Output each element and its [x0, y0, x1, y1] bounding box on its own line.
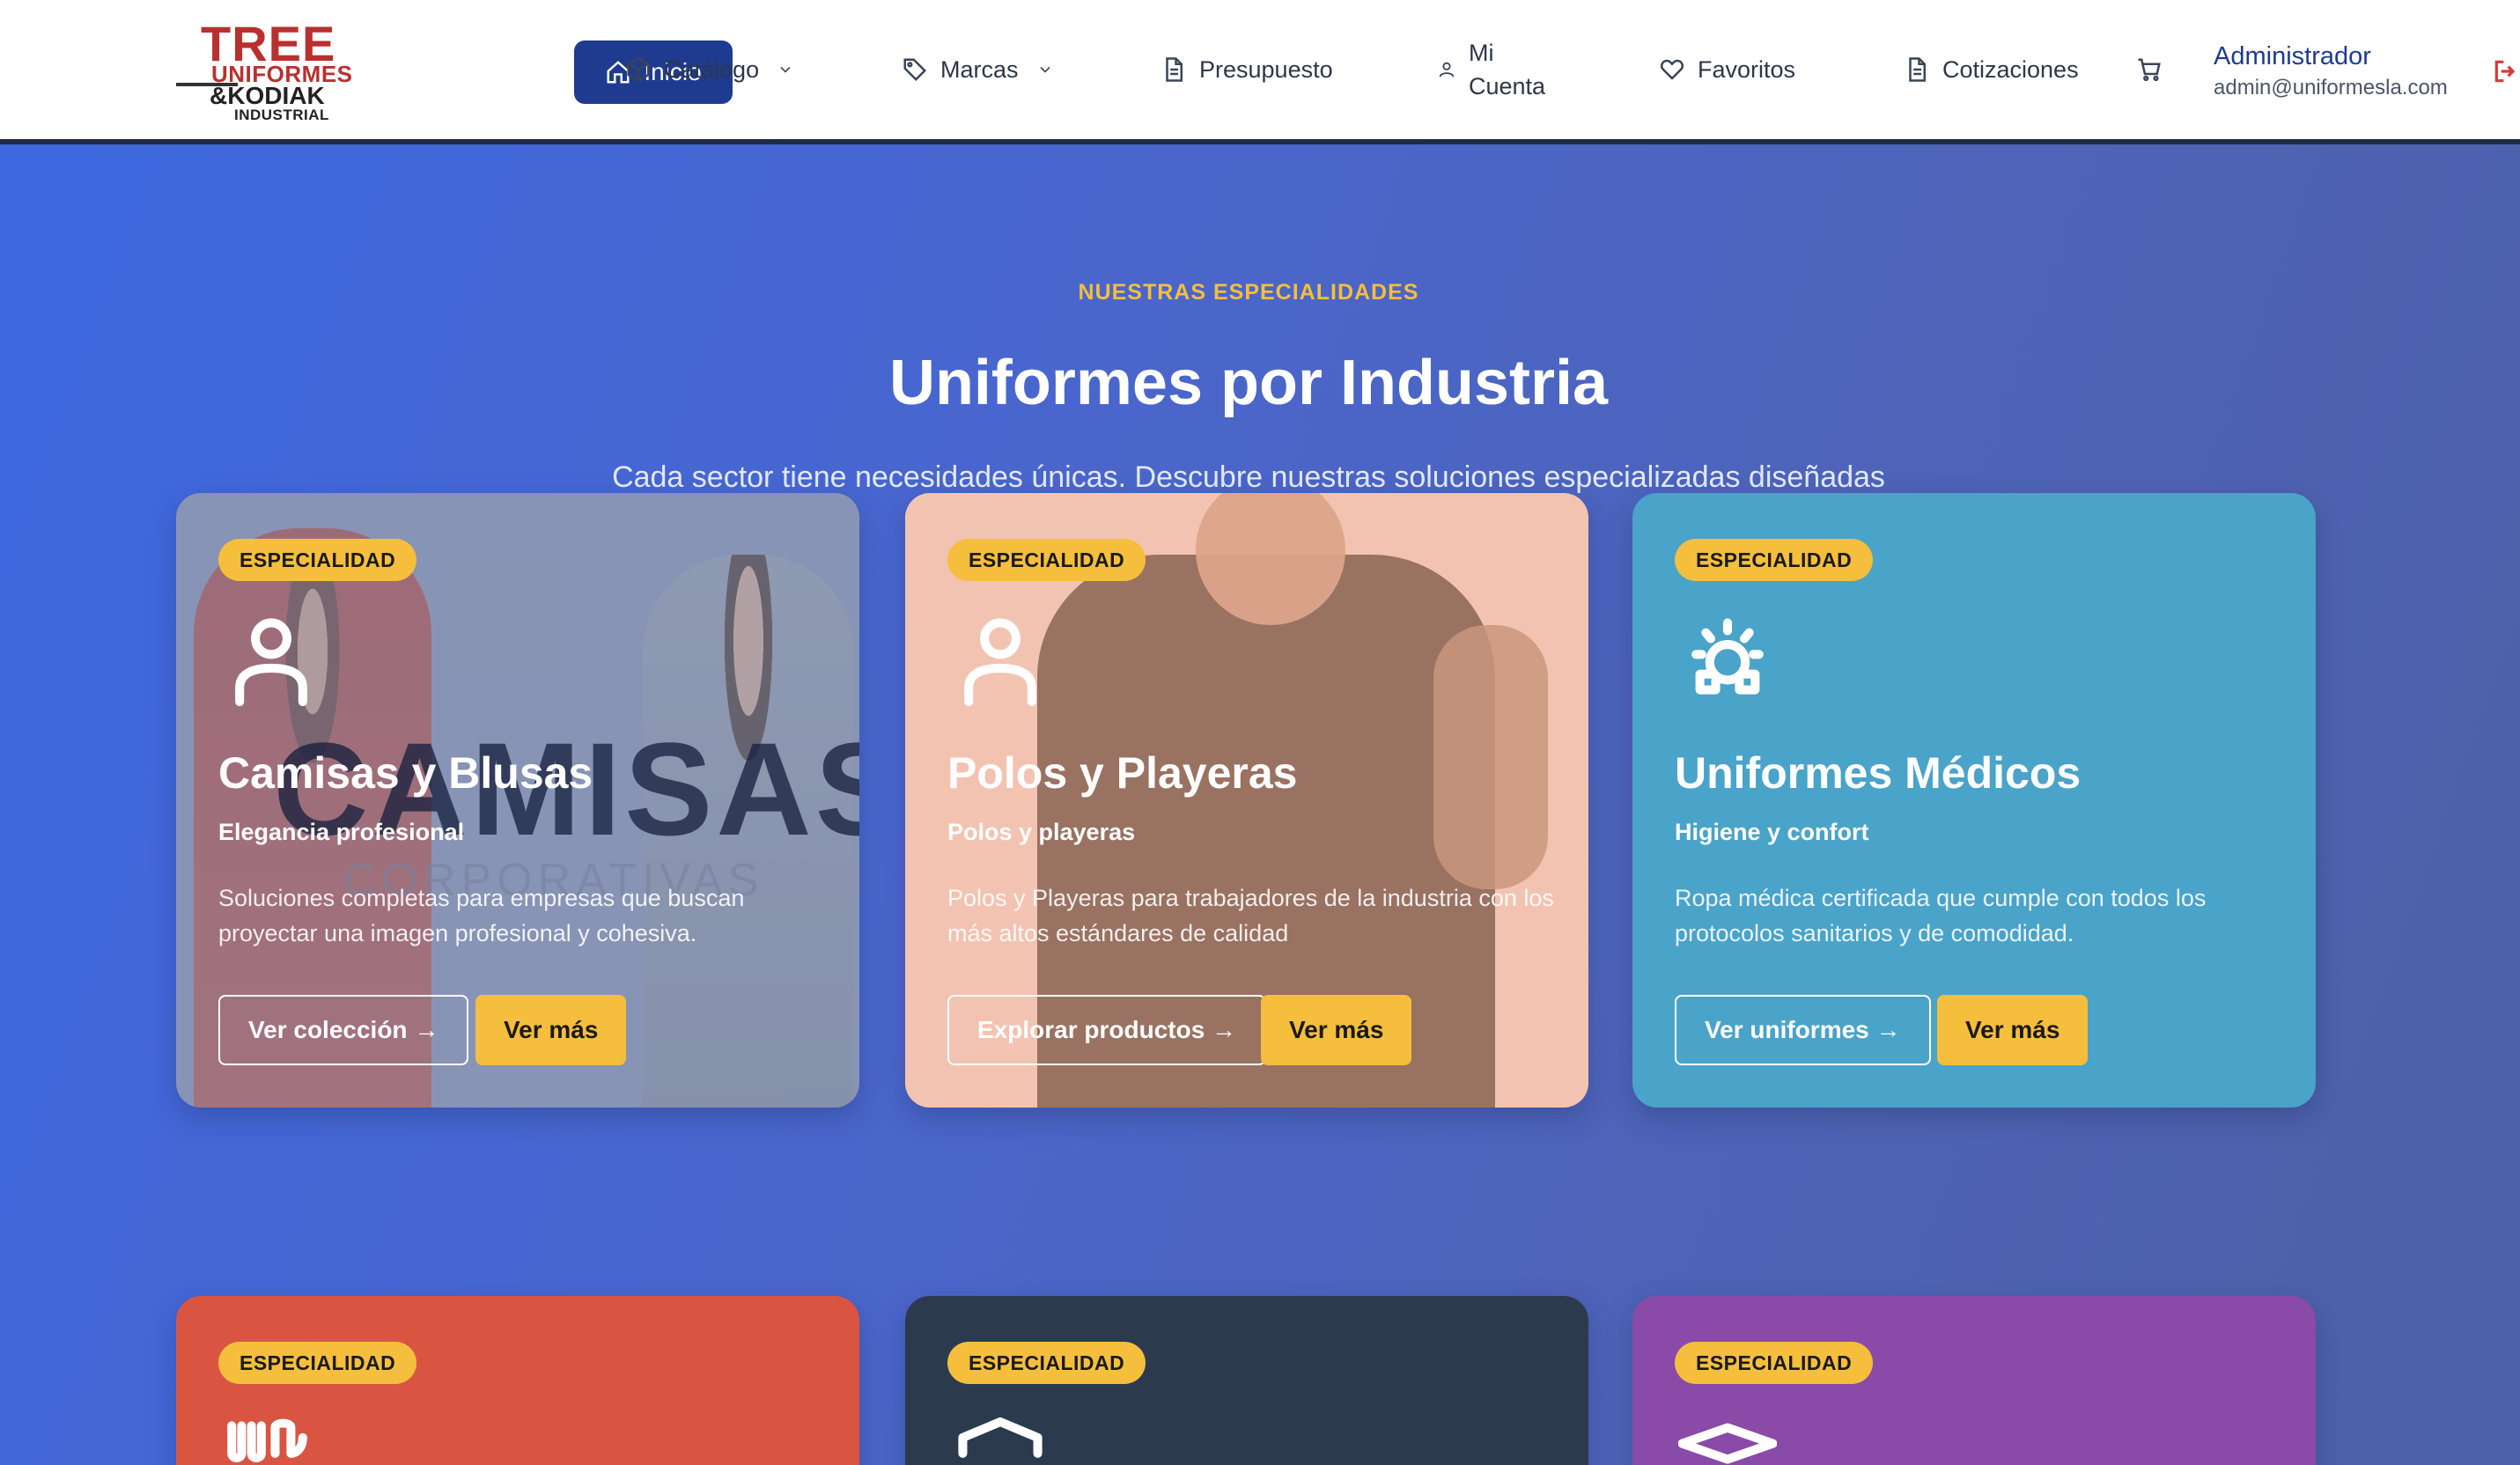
- cart-icon: [2138, 58, 2161, 82]
- nav-item-marcas[interactable]: Marcas: [902, 0, 1054, 139]
- nav-label-mi: Mi: [1469, 40, 1494, 66]
- navbar-inner: TREE UNIFORMES &KODIAK INDUSTRIAL Inicio…: [176, 0, 2520, 139]
- see-more-button[interactable]: Ver más: [1261, 995, 1412, 1065]
- explore-products-button[interactable]: Explorar productos →: [947, 995, 1267, 1065]
- specialty-card-camisas[interactable]: CAMISAS CORPORATIVAS ESPECIALIDAD Camisa…: [176, 493, 859, 1108]
- nav-item-catalogo[interactable]: Catálogo: [625, 0, 794, 139]
- specialty-badge: ESPECIALIDAD: [947, 539, 1146, 581]
- logo-text-industrial: INDUSTRIAL: [234, 107, 329, 123]
- nav-label-mi-cuenta: Mi Cuenta: [1469, 36, 1545, 103]
- chevron-down-icon: [780, 66, 791, 73]
- specialty-card-seguridad[interactable]: ESPECIALIDAD: [905, 1296, 1588, 1465]
- view-uniforms-button[interactable]: Ver uniformes →: [1675, 995, 1931, 1065]
- nav-label-cotizaciones: Cotizaciones: [1942, 55, 2079, 83]
- nav-label-cuenta: Cuenta: [1469, 73, 1546, 99]
- logout-button[interactable]: [2492, 56, 2520, 86]
- view-collection-button[interactable]: Ver colección →: [218, 995, 469, 1065]
- specialty-card-educacion[interactable]: ESPECIALIDAD: [1632, 1296, 2316, 1465]
- brand-logo[interactable]: TREE UNIFORMES &KODIAK INDUSTRIAL: [176, 19, 352, 123]
- see-more-button[interactable]: Ver más: [475, 995, 627, 1065]
- box-icon: [627, 57, 650, 82]
- document-icon: [1909, 57, 1926, 82]
- nav-label-presupuesto: Presupuesto: [1199, 55, 1333, 83]
- specialty-card-polos[interactable]: ESPECIALIDAD Polos y Playeras Polos y pl…: [905, 493, 1588, 1108]
- specialty-card-medicos[interactable]: ESPECIALIDAD Uniformes Médicos Higiene y…: [1632, 493, 2316, 1108]
- chevron-down-icon: [1039, 66, 1050, 73]
- user-menu[interactable]: Administrador admin@uniformesla.com: [2214, 39, 2448, 102]
- card-description: Polos y Playeras para trabajadores de la…: [947, 885, 1554, 946]
- card-description: Soluciones completas para empresas que b…: [218, 885, 745, 946]
- user-icon: [1439, 62, 1455, 77]
- user-icon: [222, 611, 321, 710]
- graduation-cap-icon: [1677, 1414, 1778, 1465]
- medical-icon: [1678, 611, 1777, 710]
- section-title: Uniformes por Industria: [888, 348, 1609, 418]
- tag-icon: [903, 58, 927, 82]
- nav-label-catalogo: Catálogo: [664, 55, 760, 83]
- card-title: Camisas y Blusas: [218, 748, 593, 798]
- card-title: Polos y Playeras: [947, 748, 1298, 798]
- logout-icon: [2494, 60, 2516, 83]
- nav-label-favoritos: Favoritos: [1698, 55, 1796, 83]
- user-email: admin@uniformesla.com: [2214, 76, 2448, 99]
- heart-icon: [1661, 59, 1684, 80]
- nav-item-favoritos[interactable]: Favoritos: [1659, 0, 1795, 139]
- nav-item-mi-cuenta[interactable]: Mi Cuenta: [1437, 0, 1545, 139]
- chef-icon: [222, 1414, 321, 1465]
- user-icon: [951, 611, 1050, 710]
- nav-item-presupuesto[interactable]: Presupuesto: [1161, 0, 1333, 139]
- specialty-badge: ESPECIALIDAD: [947, 1342, 1146, 1384]
- user-name: Administrador: [2214, 42, 2371, 70]
- top-navbar: TREE UNIFORMES &KODIAK INDUSTRIAL Inicio…: [0, 0, 2520, 144]
- specialty-card-gastronomia[interactable]: ESPECIALIDAD: [176, 1296, 859, 1465]
- card-tagline: Polos y playeras: [947, 819, 1136, 845]
- card-title: Uniformes Médicos: [1675, 748, 2082, 798]
- cart-button[interactable]: [2136, 0, 2163, 139]
- nav-label-marcas: Marcas: [940, 55, 1019, 83]
- specialty-badge: ESPECIALIDAD: [218, 539, 417, 581]
- nav-item-cotizaciones[interactable]: Cotizaciones: [1904, 0, 2079, 139]
- specialty-badge: ESPECIALIDAD: [1675, 1342, 1874, 1384]
- card-description: Ropa médica certificada que cumple con t…: [1675, 885, 2207, 946]
- logo-text-kodiak: &KODIAK: [210, 82, 325, 109]
- shield-icon: [951, 1414, 1050, 1465]
- specialty-badge: ESPECIALIDAD: [1675, 539, 1874, 581]
- document-icon: [1166, 57, 1183, 82]
- card-tagline: Higiene y confort: [1675, 819, 1869, 845]
- section-eyebrow: NUESTRAS ESPECIALIDADES: [1078, 280, 1419, 305]
- specialty-badge: ESPECIALIDAD: [218, 1342, 417, 1384]
- see-more-button[interactable]: Ver más: [1937, 995, 2089, 1065]
- card-tagline: Elegancia profesional: [218, 819, 465, 845]
